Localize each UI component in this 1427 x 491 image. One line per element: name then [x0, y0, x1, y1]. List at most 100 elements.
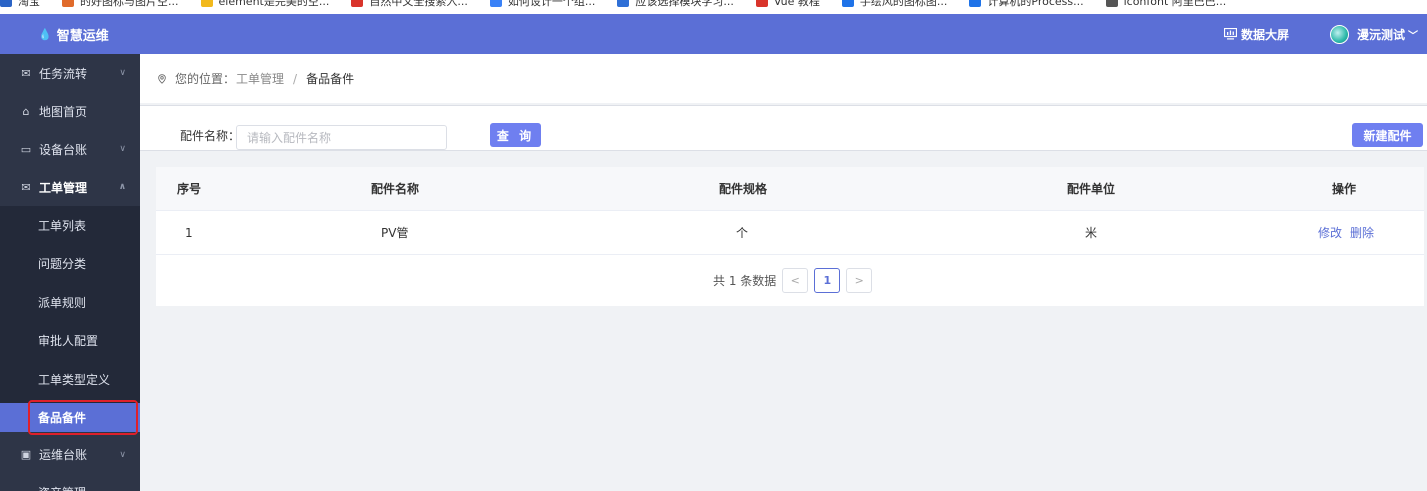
breadcrumb-separator: / [293, 71, 298, 86]
bookmark-favicon-icon [489, 0, 502, 7]
chevron-right-icon: > [854, 274, 864, 287]
bookmark-item[interactable]: 如何设计一个组... [489, 0, 596, 8]
bookmark-label: 自然中文全搜索入... [369, 0, 468, 8]
column-header-actions: 操作 [1332, 182, 1357, 196]
cell-unit: 米 [1085, 226, 1098, 240]
breadcrumb-label: 您的位置： [175, 72, 236, 86]
sidebar-item-label: 设备台账 [39, 142, 88, 157]
bookmark-label: iconfont 阿里巴巴... [1123, 0, 1227, 8]
column-header-name: 配件名称 [371, 182, 420, 196]
bookmark-favicon-icon [755, 0, 768, 7]
work-order-submenu: 工单列表 问题分类 派单规则 审批人配置 工单类型定义 备品备件 [0, 206, 140, 435]
chevron-up-icon: ∧ [118, 182, 126, 192]
user-menu[interactable]: 漫沅测试 ﹀ [1330, 14, 1418, 54]
pagination-total: 共 1 条数据 [713, 274, 777, 288]
sidebar-item-task-flow[interactable]: ✉ 任务流转 ∨ [0, 54, 140, 92]
sidebar-item-asset-management[interactable]: 资产管理 [0, 474, 140, 491]
app-title: 智慧运维 [56, 28, 109, 44]
prev-page-button[interactable]: < [782, 268, 809, 293]
sidebar-item-label: 运维台账 [39, 448, 88, 462]
bookmark-label: 应该选择模块学习... [635, 0, 734, 8]
cell-actions: 修改 删除 [1318, 211, 1382, 255]
bookmark-favicon-icon [969, 0, 982, 7]
envelope-icon: ✉ [21, 180, 31, 194]
sidebar-item-order-type[interactable]: 工单类型定义 [0, 360, 140, 399]
table-header: 序号 配件名称 配件规格 配件单位 操作 [156, 167, 1424, 211]
sidebar-item-spare-parts[interactable]: 备品备件 [0, 399, 140, 435]
bookmark-label: 淘宝 [18, 0, 40, 8]
bookmark-favicon-icon [0, 0, 12, 7]
breadcrumb-parent[interactable]: 工单管理 [236, 70, 284, 87]
app-logo[interactable]: 💧 智慧运维 [38, 14, 109, 54]
data-screen-button[interactable]: 数据大屏 [1224, 14, 1289, 54]
bookmark-item[interactable]: Vue 教程 [755, 0, 820, 8]
drive-icon: ▭ [20, 142, 32, 156]
cell-name: PV管 [381, 226, 409, 240]
sidebar-item-map-home[interactable]: ⌂ 地图首页 [0, 92, 140, 130]
sidebar-item-label: 任务流转 [39, 66, 88, 81]
bookmark-label: element是完美的空... [218, 0, 330, 8]
bookmark-item[interactable]: 自然中文全搜索入... [351, 0, 468, 8]
chevron-down-icon: ∨ [119, 144, 126, 154]
chevron-left-icon: < [790, 274, 800, 287]
bookmark-label: 计算机的Process... [987, 0, 1084, 8]
cell-spec: 个 [736, 226, 749, 240]
bookmark-favicon-icon [617, 0, 630, 7]
column-header-unit: 配件单位 [1067, 182, 1116, 196]
cell-index: 1 [185, 226, 193, 240]
home-icon: ⌂ [22, 104, 30, 118]
sidebar-item-ops-ledger[interactable]: ▣ 运维台账 ∨ [0, 436, 140, 474]
bookmark-label: 手绘风的图标图... [859, 0, 948, 8]
part-name-label: 配件名称： [180, 129, 241, 143]
page-number-button[interactable]: 1 [814, 268, 841, 293]
bookmark-favicon-icon [841, 0, 854, 7]
bookmark-item[interactable]: 手绘风的图标图... [841, 0, 948, 8]
sidebar-item-device-ledger[interactable]: ▭ 设备台账 ∨ [0, 130, 140, 168]
edit-link[interactable]: 修改 [1318, 226, 1342, 240]
image-icon: ▣ [20, 448, 32, 461]
avatar [1330, 24, 1349, 44]
new-part-button[interactable]: 新建配件 [1352, 123, 1423, 147]
filter-bar: 配件名称： 查 询 新建配件 [140, 105, 1427, 151]
user-name: 漫沅测试 [1357, 27, 1406, 42]
drop-icon: 💧 [38, 27, 52, 41]
next-page-button[interactable]: > [846, 268, 873, 293]
query-button[interactable]: 查 询 [490, 123, 541, 147]
sidebar-item-problem-category[interactable]: 问题分类 [0, 245, 140, 284]
bookmark-item[interactable]: 的好图标与图片空... [62, 0, 179, 8]
bookmark-label: 如何设计一个组... [507, 0, 596, 8]
bookmark-item[interactable]: 应该选择模块学习... [617, 0, 734, 8]
sidebar-item-label: 工单管理 [39, 180, 88, 195]
bookmark-item[interactable]: 淘宝 [0, 0, 40, 8]
chevron-down-icon: ∨ [119, 68, 126, 78]
bookmark-favicon-icon [351, 0, 364, 7]
pagination: 共 1 条数据 < 1 > [713, 268, 873, 293]
bookmark-label: Vue 教程 [773, 0, 820, 8]
location-pin-icon [158, 73, 166, 84]
top-bar: 💧 智慧运维 数据大屏 漫沅测试 ﹀ [0, 14, 1427, 54]
sidebar-item-dispatch-rules[interactable]: 派单规则 [0, 283, 140, 322]
main-content: 您的位置： 工单管理 / 备品备件 配件名称： 查 询 新建配件 序号 配件名称… [140, 54, 1427, 491]
breadcrumb-current: 备品备件 [306, 72, 355, 86]
chevron-down-icon: ﹀ [1408, 30, 1419, 42]
bookmark-favicon-icon [1105, 0, 1118, 7]
sidebar: ✉ 任务流转 ∨ ⌂ 地图首页 ▭ 设备台账 ∨ ✉ 工单管理 ∧ 工单列表 问… [0, 54, 140, 491]
envelope-icon: ✉ [21, 66, 31, 80]
sidebar-item-work-order[interactable]: ✉ 工单管理 ∧ [0, 168, 140, 206]
sidebar-item-approver-config[interactable]: 审批人配置 [0, 322, 140, 361]
table-row: 1 PV管 个 米 修改 删除 [156, 211, 1424, 255]
breadcrumb: 您的位置： 工单管理 / 备品备件 [140, 54, 1427, 103]
bookmark-favicon-icon [200, 0, 213, 7]
sidebar-item-work-order-list[interactable]: 工单列表 [0, 206, 140, 245]
sidebar-item-label: 地图首页 [39, 104, 88, 119]
bookmark-item[interactable]: 计算机的Process... [969, 0, 1084, 8]
parts-table: 序号 配件名称 配件规格 配件单位 操作 1 PV管 个 米 修改 删除 共 1 … [156, 167, 1424, 306]
bookmark-item[interactable]: element是完美的空... [200, 0, 330, 8]
part-name-input[interactable] [236, 125, 447, 150]
column-header-spec: 配件规格 [719, 182, 768, 196]
delete-link[interactable]: 删除 [1350, 226, 1374, 240]
bookmark-item[interactable]: iconfont 阿里巴巴... [1105, 0, 1227, 8]
column-header-index: 序号 [177, 182, 202, 196]
monitor-icon [1224, 28, 1237, 40]
bookmarks-bar: 淘宝 的好图标与图片空... element是完美的空... 自然中文全搜索入... 如… [0, 0, 1427, 14]
